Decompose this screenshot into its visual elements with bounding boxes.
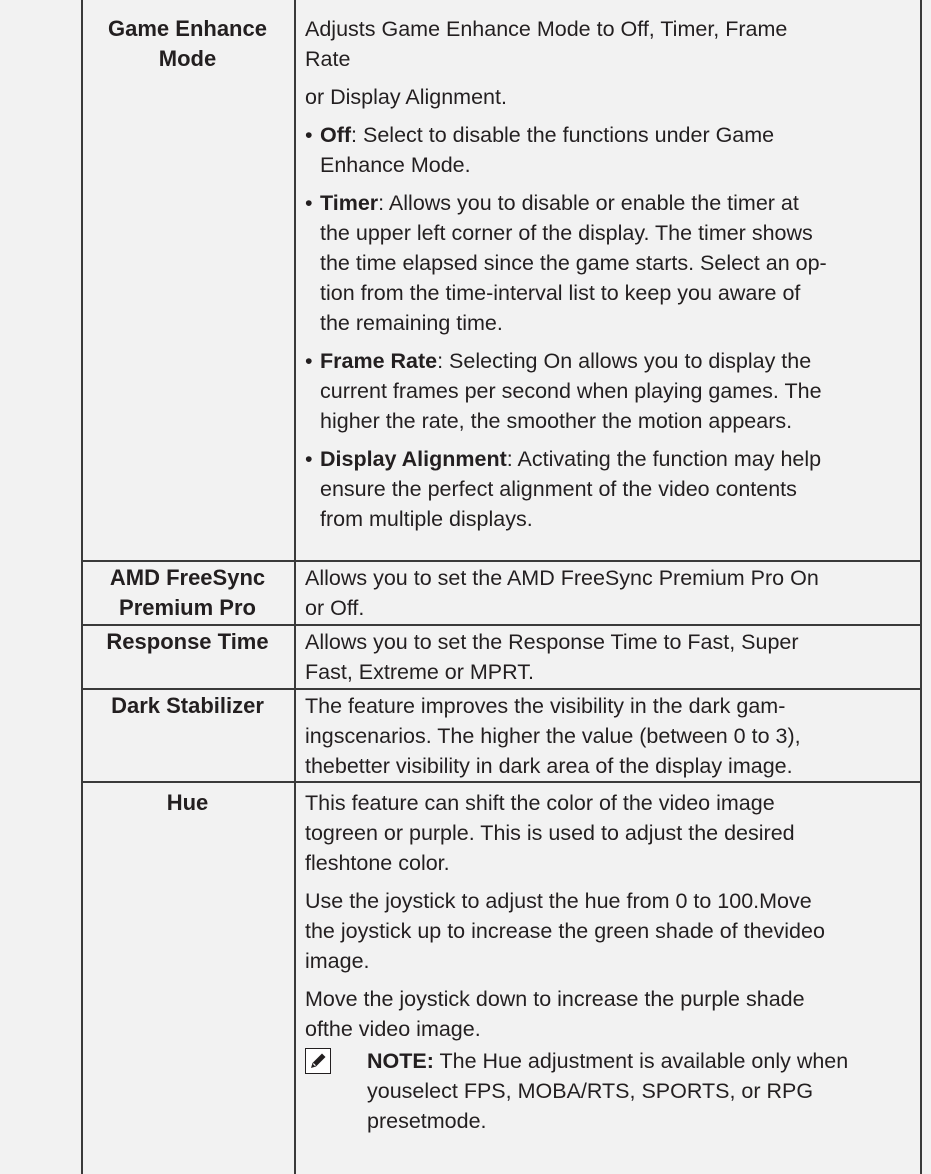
hue-paragraph-3: Move the joystick down to increase the p… (305, 984, 920, 1044)
text-line: This feature can shift the color of the … (305, 791, 775, 815)
row-desc-hue: This feature can shift the color of the … (305, 788, 920, 1136)
hue-paragraph-1: This feature can shift the color of the … (305, 788, 920, 878)
intro-paragraph-2: or Display Alignment. (305, 85, 507, 109)
text-line: presetmode. (367, 1109, 487, 1133)
table-border-middle (294, 0, 296, 1174)
row-label-dark-stabilizer: Dark Stabilizer (82, 691, 293, 721)
row-divider (81, 624, 922, 626)
text-line: ensure the perfect alignment of the vide… (320, 477, 797, 501)
note-block: NOTE: The Hue adjustment is available on… (305, 1046, 920, 1136)
text-line: The Hue adjustment is available only whe… (439, 1049, 849, 1073)
bullet-dot-icon: • (305, 123, 313, 147)
text-line: fleshtone color. (305, 851, 450, 875)
row-desc-game-enhance-mode: Adjusts Game Enhance Mode to Off, Timer,… (305, 14, 920, 542)
row-desc-amd-freesync: Allows you to set the AMD FreeSync Premi… (305, 563, 920, 623)
separator: , (505, 1079, 518, 1103)
text-line: current frames per second when playing g… (320, 379, 822, 403)
text-line: thebetter visibility in dark area of the… (305, 754, 793, 778)
text-line: ofthe video image. (305, 1017, 481, 1041)
settings-table: Game Enhance Mode Adjusts Game Enhance M… (0, 0, 931, 1174)
row-label-amd-freesync: AMD FreeSync Premium Pro (82, 563, 293, 623)
preset-keyword: MOBA/RTS (517, 1079, 630, 1103)
label-line: Premium Pro (119, 595, 256, 620)
text-line: the remaining time. (320, 311, 503, 335)
text-line: Use the joystick to adjust the hue from … (305, 889, 812, 913)
label-line: Response Time (106, 629, 269, 654)
text-line: The feature improves the visibility in t… (305, 694, 786, 718)
row-divider (81, 560, 922, 562)
row-desc-dark-stabilizer: The feature improves the visibility in t… (305, 691, 920, 781)
separator: , (629, 1079, 642, 1103)
label-line: Mode (158, 46, 217, 71)
text-line: : Activating the function may help (506, 447, 822, 471)
bullet-term: Off (320, 123, 352, 147)
bullet-off: • Off: Select to disable the functions u… (305, 120, 920, 180)
note-pencil-icon (305, 1048, 331, 1074)
text-line: image. (305, 949, 370, 973)
preset-keyword: SPORTS (641, 1079, 730, 1103)
text-line: : Allows you to disable or enable the ti… (378, 191, 799, 215)
bullet-dot-icon: • (305, 447, 313, 471)
hue-paragraph-2: Use the joystick to adjust the hue from … (305, 886, 920, 976)
preset-keyword: FPS (463, 1079, 506, 1103)
text-line: : Selecting On allows you to display the (437, 349, 812, 373)
row-label-response-time: Response Time (82, 627, 293, 657)
bullet-term: Display Alignment (320, 447, 507, 471)
intro-paragraph: Adjusts Game Enhance Mode to Off, Timer,… (305, 14, 920, 74)
bullet-frame-rate: • Frame Rate: Selecting On allows you to… (305, 346, 920, 436)
text-line: the joystick up to increase the green sh… (305, 919, 825, 943)
text-line: from multiple displays. (320, 507, 533, 531)
text-line: Allows you to set the Response Time to F… (305, 630, 799, 654)
text-line: Move the joystick down to increase the p… (305, 987, 805, 1011)
text-line: the upper left corner of the display. Th… (320, 221, 813, 245)
text-line: Enhance Mode. (320, 153, 471, 177)
text-line: : Select to disable the functions under … (351, 123, 775, 147)
label-line: AMD FreeSync (109, 565, 266, 590)
row-label-hue: Hue (82, 788, 293, 818)
text-line: Allows you to set the AMD FreeSync Premi… (305, 566, 819, 590)
text-line: tion from the time-interval list to keep… (320, 281, 801, 305)
bullet-dot-icon: • (305, 191, 313, 215)
note-label: NOTE: (367, 1049, 434, 1073)
text-line: higher the rate, the smoother the motion… (320, 409, 793, 433)
bullet-term: Frame Rate (320, 349, 438, 373)
row-divider (81, 688, 922, 690)
row-desc-response-time: Allows you to set the Response Time to F… (305, 627, 920, 687)
text-line: Adjusts Game Enhance Mode to Off, Timer,… (305, 17, 788, 41)
text-line: Fast, Extreme or MPRT. (305, 660, 534, 684)
row-divider (81, 781, 922, 783)
text-line: Rate (305, 47, 351, 71)
bullet-dot-icon: • (305, 349, 313, 373)
label-line: Game Enhance (108, 16, 267, 41)
text-line: youselect (367, 1079, 464, 1103)
row-label-game-enhance-mode: Game Enhance Mode (82, 14, 293, 74)
bullet-timer: • Timer: Allows you to disable or enable… (305, 188, 920, 338)
text-line: ingscenarios. The higher the value (betw… (305, 724, 801, 748)
label-line: Dark Stabilizer (111, 693, 264, 718)
bullet-term: Timer (320, 191, 379, 215)
table-border-right (920, 0, 922, 1174)
bullet-display-alignment: • Display Alignment: Activating the func… (305, 444, 920, 534)
label-line: Hue (166, 790, 209, 815)
text-line: togreen or purple. This is used to adjus… (305, 821, 795, 845)
separator: , or (729, 1079, 767, 1103)
preset-keyword: RPG (766, 1079, 814, 1103)
text-line: or Off. (305, 596, 365, 620)
text-line: the time elapsed since the game starts. … (320, 251, 827, 275)
